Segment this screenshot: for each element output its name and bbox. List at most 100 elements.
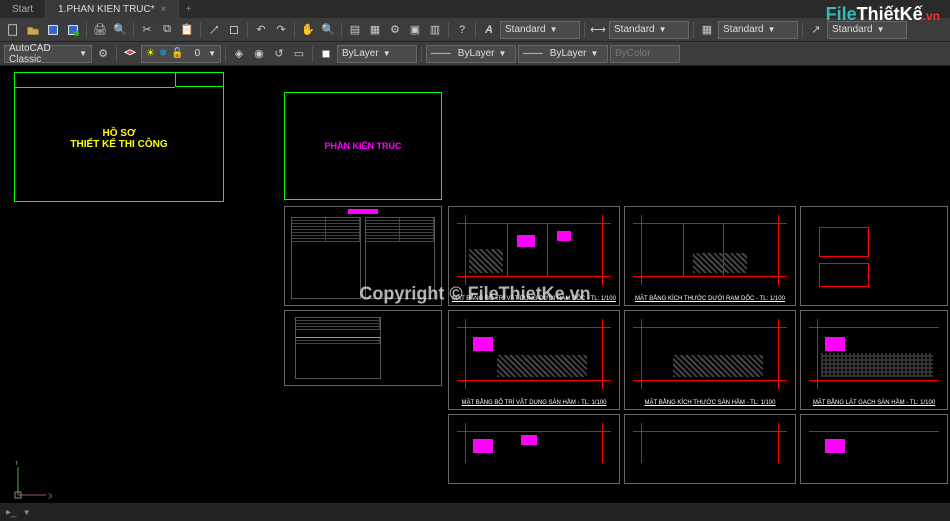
copy-icon[interactable]: ⧉ — [158, 21, 176, 39]
chevron-down-icon[interactable]: ▼ — [23, 508, 31, 517]
paste-icon[interactable]: 📋 — [178, 21, 196, 39]
textstyle-dropdown[interactable]: Standard ▼ — [500, 21, 580, 39]
mleader-icon[interactable]: ↗ — [807, 21, 825, 39]
dc-icon[interactable]: ▦ — [366, 21, 384, 39]
drawing-title: MẶT BẰNG LÁT GẠCH SÀN HẦM - TL: 1/100 — [813, 400, 935, 406]
plan — [457, 215, 611, 285]
cut-icon[interactable]: ✂ — [138, 21, 156, 39]
t1: HỒ SƠ — [15, 128, 223, 139]
open-icon[interactable] — [24, 21, 42, 39]
cmd-icon[interactable]: ▸_ — [6, 507, 17, 518]
chevron-down-icon: ▼ — [383, 49, 391, 58]
layeriso-icon[interactable]: ◈ — [230, 45, 248, 63]
sep — [294, 22, 295, 38]
dd-label: ByColor — [615, 48, 651, 59]
sep — [116, 46, 117, 62]
drawing-title: MẶT BẰNG KÍCH THƯỚC DƯỚI RAM DỐC - TL: 1… — [635, 296, 785, 302]
save-icon[interactable] — [44, 21, 62, 39]
zoom-icon[interactable]: 🔍 — [319, 21, 337, 39]
layerstate-icon[interactable]: ▭ — [290, 45, 308, 63]
color-dropdown[interactable]: ByLayer ▼ — [337, 45, 417, 63]
svg-text:Y: Y — [14, 461, 20, 467]
sep — [86, 22, 87, 38]
new-icon[interactable] — [4, 21, 22, 39]
undo-icon[interactable]: ↶ — [252, 21, 270, 39]
sep — [693, 22, 694, 38]
pan-icon[interactable]: ✋ — [299, 21, 317, 39]
sep — [341, 22, 342, 38]
block-icon[interactable] — [225, 21, 243, 39]
redo-icon[interactable]: ↷ — [272, 21, 290, 39]
sheet-corner — [175, 73, 223, 87]
logo-tk: ThiếtKế — [857, 4, 923, 24]
drawing-8 — [800, 414, 948, 484]
plan — [633, 423, 787, 463]
tab-add-button[interactable]: + — [179, 4, 197, 15]
sheet-phan: PHẦN KIẾN TRÚC — [284, 92, 442, 200]
close-icon[interactable]: × — [161, 4, 167, 15]
chevron-down-icon: ▼ — [208, 49, 216, 58]
dd-label: ByLayer — [342, 48, 379, 59]
drawing-2: MẶT BẰNG KÍCH THƯỚC DƯỚI RAM DỐC - TL: 1… — [624, 206, 796, 306]
chevron-down-icon: ▼ — [590, 49, 598, 58]
dd-label: Standard — [505, 24, 546, 35]
plan — [633, 215, 787, 285]
text-icon[interactable]: A — [480, 21, 498, 39]
sheet-hoso: HỒ SƠ THIẾT KẾ THI CÔNG — [14, 72, 224, 202]
sep — [312, 46, 313, 62]
layer-dropdown[interactable]: ☀❄🔓 0▼ — [141, 45, 221, 63]
layer-icon[interactable] — [121, 45, 139, 63]
sheet-phan-title: PHẦN KIẾN TRÚC — [285, 141, 441, 151]
layermatch-icon[interactable]: ◉ — [250, 45, 268, 63]
table-icon[interactable]: ▦ — [698, 21, 716, 39]
drawing-5: MẶT BẰNG LÁT GẠCH SÀN HẦM - TL: 1/100 — [800, 310, 948, 410]
plotstyle-dropdown[interactable]: ByColor — [610, 45, 680, 63]
plan — [809, 423, 939, 463]
calc-icon[interactable]: ▥ — [426, 21, 444, 39]
preview-icon[interactable]: 🔍 — [111, 21, 129, 39]
dim-icon[interactable]: ⟷ — [589, 21, 607, 39]
sep — [448, 22, 449, 38]
table-sheet-2 — [284, 310, 442, 386]
color-icon[interactable] — [317, 45, 335, 63]
logo-file: File — [826, 4, 857, 24]
saveas-icon[interactable] — [64, 21, 82, 39]
props-icon[interactable]: ▤ — [346, 21, 364, 39]
sep — [133, 22, 134, 38]
svg-text:X: X — [48, 492, 52, 501]
chevron-down-icon: ▼ — [550, 25, 558, 34]
dd-label: Standard — [832, 24, 873, 35]
plot-icon[interactable]: 🖨 — [91, 21, 109, 39]
dd-label: Standard — [614, 24, 655, 35]
help-icon[interactable]: ? — [453, 21, 471, 39]
tab-start[interactable]: Start — [0, 0, 46, 18]
tbl — [295, 317, 381, 379]
lineweight-dropdown[interactable]: —— ByLayer▼ — [518, 45, 608, 63]
drawing-extra — [800, 206, 948, 306]
tool-icon[interactable]: ⚙ — [386, 21, 404, 39]
tab-file[interactable]: 1.PHAN KIEN TRUC*× — [46, 0, 179, 18]
dimstyle-dropdown[interactable]: Standard ▼ — [609, 21, 689, 39]
sep — [225, 46, 226, 62]
workspace-dropdown[interactable]: AutoCAD Classic▼ — [4, 45, 92, 63]
sep — [802, 22, 803, 38]
gear-icon[interactable]: ⚙ — [94, 45, 112, 63]
t2: THIẾT KẾ THI CÔNG — [15, 139, 223, 150]
chevron-down-icon: ▼ — [659, 25, 667, 34]
command-input[interactable] — [37, 507, 237, 518]
sheet-icon[interactable]: ▣ — [406, 21, 424, 39]
match-icon[interactable] — [205, 21, 223, 39]
dd-label: ByLayer — [458, 48, 495, 59]
logo: FileThiếtKế.vn — [826, 4, 940, 25]
drawing-canvas[interactable]: HỒ SƠ THIẾT KẾ THI CÔNG PHẦN KIẾN TRÚC — [0, 66, 950, 521]
plan — [457, 423, 611, 463]
layerprev-icon[interactable]: ↺ — [270, 45, 288, 63]
drawing-3: MẶT BẰNG BỐ TRÍ VẬT DỤNG SÀN HẦM - TL: 1… — [448, 310, 620, 410]
tablestyle-dropdown[interactable]: Standard▼ — [718, 21, 798, 39]
plan — [457, 319, 611, 389]
plan — [809, 215, 939, 285]
drawing-title: MẶT BẰNG BỐ TRÍ VẬT DỤNG DƯỚI RAM DỐC - … — [452, 296, 616, 302]
drawing-1: MẶT BẰNG BỐ TRÍ VẬT DỤNG DƯỚI RAM DỐC - … — [448, 206, 620, 306]
sep — [584, 22, 585, 38]
linetype-dropdown[interactable]: —— ByLayer▼ — [426, 45, 516, 63]
